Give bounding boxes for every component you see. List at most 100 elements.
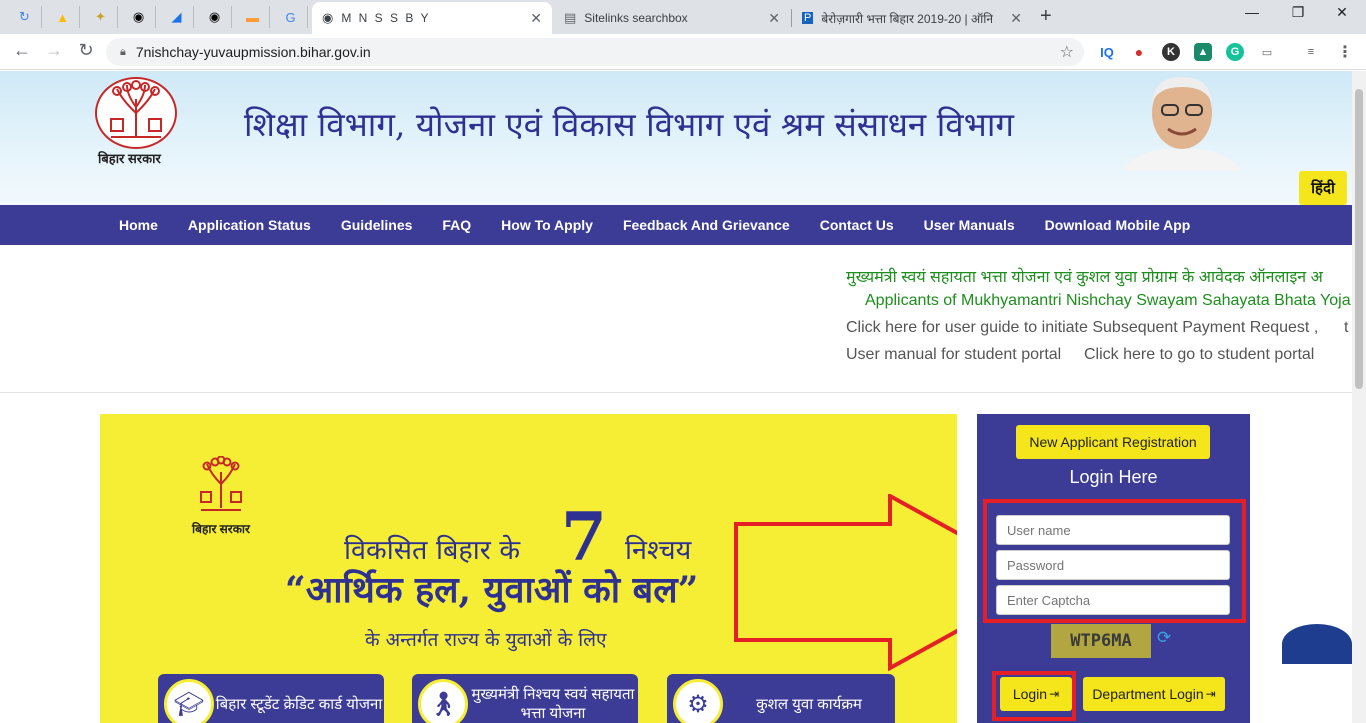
pinned-tab-icon[interactable]: ↻ (8, 6, 42, 28)
address-bar[interactable]: 🔒︎ 7nishchay-yuvaupmission.bihar.gov.in … (106, 38, 1084, 66)
main-content: बिहार सरकार विकसित बिहार के 7 निश्चय “आर… (0, 394, 1352, 723)
nav-home[interactable]: Home (104, 217, 173, 233)
close-icon[interactable]: ✕ (530, 10, 542, 27)
lock-icon: 🔒︎ (120, 45, 126, 58)
scheme-label: मुख्यमंत्री निश्चय स्वयं सहायता भत्ता यो… (471, 686, 635, 722)
window-close-icon[interactable]: ✕ (1322, 4, 1362, 21)
bihar-emblem-logo (195, 455, 247, 518)
pinned-tab-globe-icon[interactable]: ◉ (198, 6, 232, 28)
extension-iq-icon[interactable]: IQ (1098, 43, 1116, 61)
pinned-tab-analytics-icon[interactable]: ◢ (160, 6, 194, 28)
extension-doc-icon[interactable]: ▲ (1194, 43, 1212, 61)
banner-line1-suffix: निश्चय (625, 535, 692, 566)
scheme-label: कुशल युवा कार्यक्रम (756, 695, 862, 713)
tab-title: Sitelinks searchbox (584, 11, 688, 25)
nav-guidelines[interactable]: Guidelines (326, 217, 428, 233)
nav-contact-us[interactable]: Contact Us (805, 217, 909, 233)
nav-download-app[interactable]: Download Mobile App (1030, 217, 1206, 233)
captcha-input[interactable] (996, 585, 1230, 615)
scheme-label: बिहार स्टूडेंट क्रेडिट कार्ड योजना (215, 695, 383, 713)
graduate-icon: 🎓︎ (164, 679, 214, 723)
red-arrow-annotation (734, 494, 957, 672)
page-scrollbar[interactable] (1352, 71, 1366, 723)
banner-line1-prefix: विकसित बिहार के (344, 535, 521, 566)
pinned-tab-bird-icon[interactable]: ✦ (84, 6, 118, 28)
extension-grammarly-icon[interactable]: G (1226, 43, 1244, 61)
sign-in-icon: ⇥ (1205, 687, 1216, 701)
dept-login-label: Department Login (1092, 686, 1204, 702)
nav-feedback[interactable]: Feedback And Grievance (608, 217, 805, 233)
username-input[interactable] (996, 515, 1230, 545)
url-text: 7nishchay-yuvaupmission.bihar.gov.in (135, 44, 371, 60)
ticker-hindi-notice[interactable]: मुख्यमंत्री स्वयं सहायता भत्ता योजना एवं… (846, 265, 1323, 287)
main-navbar: Home Application Status Guidelines FAQ H… (0, 205, 1352, 245)
chat-widget-icon[interactable] (1282, 624, 1352, 664)
pinned-tab-globe-icon[interactable]: ◉ (122, 6, 156, 28)
chief-minister-photo (1118, 73, 1246, 171)
globe-icon: ◉ (322, 10, 334, 25)
department-title: शिक्षा विभाग, योजना एवं विकास विभाग एवं … (244, 105, 1014, 144)
scheme-student-credit-card[interactable]: 🎓︎ बिहार स्टूडेंट क्रेडिट कार्ड योजना (158, 674, 384, 723)
banner-slogan: “आर्थिक हल, युवाओं को बल” (285, 569, 699, 611)
maximize-icon[interactable]: ❐ (1278, 4, 1318, 21)
nav-faq[interactable]: FAQ (427, 217, 486, 233)
menu-kebab-icon[interactable]: ⋮ (1336, 43, 1354, 61)
banner-subtitle: के अन्तर्गत राज्य के युवाओं के लिए (365, 629, 607, 651)
job-seeker-icon: 🚶︎ (418, 679, 468, 723)
language-toggle-button[interactable]: हिंदी (1299, 171, 1347, 205)
reload-icon[interactable]: ↻ (74, 40, 98, 61)
banner-logo-caption: बिहार सरकार (192, 522, 250, 536)
scheme-kushal-yuva[interactable]: ⚙︎ कुशल युवा कार्यक्रम (667, 674, 895, 723)
minimize-icon[interactable]: — (1232, 4, 1272, 20)
pinned-tab-flag-icon[interactable]: ▬ (236, 6, 270, 28)
scrollbar-thumb[interactable] (1355, 89, 1363, 389)
tab-sitelinks[interactable]: ▤ Sitelinks searchbox ✕ (554, 2, 790, 34)
forward-icon[interactable]: → (42, 40, 66, 61)
ticker-english-notice[interactable]: Applicants of Mukhyamantri Nishchay Sway… (865, 292, 1351, 310)
sign-in-icon: ⇥ (1049, 687, 1060, 701)
extension-cast-icon[interactable]: ▭ (1258, 43, 1276, 61)
ticker-payment-guide-link[interactable]: Click here for user guide to initiate Su… (846, 319, 1318, 337)
pinned-tab-translate-icon[interactable]: G (274, 6, 308, 28)
page-icon: ▤ (564, 10, 577, 25)
login-panel: New Applicant Registration Login Here WT… (977, 414, 1250, 723)
web-page: बिहार सरकार शिक्षा विभाग, योजना एवं विका… (0, 71, 1366, 723)
close-icon[interactable]: ✕ (768, 10, 780, 27)
login-button[interactable]: Login ⇥ (1000, 677, 1072, 711)
pinned-tab-ads-icon[interactable]: ▲ (46, 6, 80, 28)
site-header: बिहार सरकार शिक्षा विभाग, योजना एवं विका… (0, 71, 1352, 205)
browser-toolbar: ← → ↻ 🔒︎ 7nishchay-yuvaupmission.bihar.g… (0, 34, 1366, 70)
new-applicant-registration-button[interactable]: New Applicant Registration (1016, 425, 1210, 459)
tab-title: M N S S B Y (341, 11, 431, 25)
extension-k-icon[interactable]: K (1162, 43, 1180, 61)
tab-title: बेरोज़गारी भत्ता बिहार 2019-20 | ऑनि (821, 11, 994, 26)
department-login-button[interactable]: Department Login ⇥ (1083, 677, 1225, 711)
scheme-self-help-allowance[interactable]: 🚶︎ मुख्यमंत्री निश्चय स्वयं सहायता भत्ता… (412, 674, 638, 723)
extension-apple-icon[interactable]: ● (1130, 43, 1148, 61)
bihar-emblem-logo (95, 77, 177, 149)
nav-how-to-apply[interactable]: How To Apply (486, 217, 608, 233)
tab-berojgari[interactable]: P बेरोज़गारी भत्ता बिहार 2019-20 | ऑनि ✕ (792, 2, 1032, 34)
skills-brain-icon: ⚙︎ (673, 679, 723, 723)
bookmark-star-icon[interactable]: ☆ (1060, 42, 1074, 62)
password-input[interactable] (996, 550, 1230, 580)
ticker-student-manual-link[interactable]: User manual for student portal (846, 346, 1061, 364)
ticker-truncated-link[interactable]: t (1344, 319, 1348, 337)
login-heading: Login Here (1069, 467, 1158, 487)
ticker-student-portal-link[interactable]: Click here to go to student portal (1084, 346, 1314, 364)
extension-misc-icon[interactable]: ≡ (1302, 43, 1320, 61)
logo-caption: बिहार सरकार (98, 151, 161, 166)
browser-tab-bar: ↻ ▲ ✦ ◉ ◢ ◉ ▬ G ◉ M N S S B Y ✕ ▤ Siteli… (0, 0, 1366, 34)
login-label: Login (1012, 686, 1048, 702)
refresh-captcha-icon[interactable]: ⟳ (1157, 628, 1175, 647)
close-icon[interactable]: ✕ (1010, 10, 1022, 27)
seven-resolves-banner: बिहार सरकार विकसित बिहार के 7 निश्चय “आर… (100, 414, 957, 723)
new-tab-icon[interactable]: + (1040, 5, 1052, 28)
captcha-image: WTP6MA (1051, 624, 1151, 658)
site-icon: P (802, 12, 814, 24)
nav-user-manuals[interactable]: User Manuals (909, 217, 1030, 233)
tab-mnssby[interactable]: ◉ M N S S B Y ✕ (312, 2, 552, 34)
news-ticker: मुख्यमंत्री स्वयं सहायता भत्ता योजना एवं… (0, 245, 1352, 393)
back-icon[interactable]: ← (10, 40, 34, 61)
nav-application-status[interactable]: Application Status (173, 217, 326, 233)
